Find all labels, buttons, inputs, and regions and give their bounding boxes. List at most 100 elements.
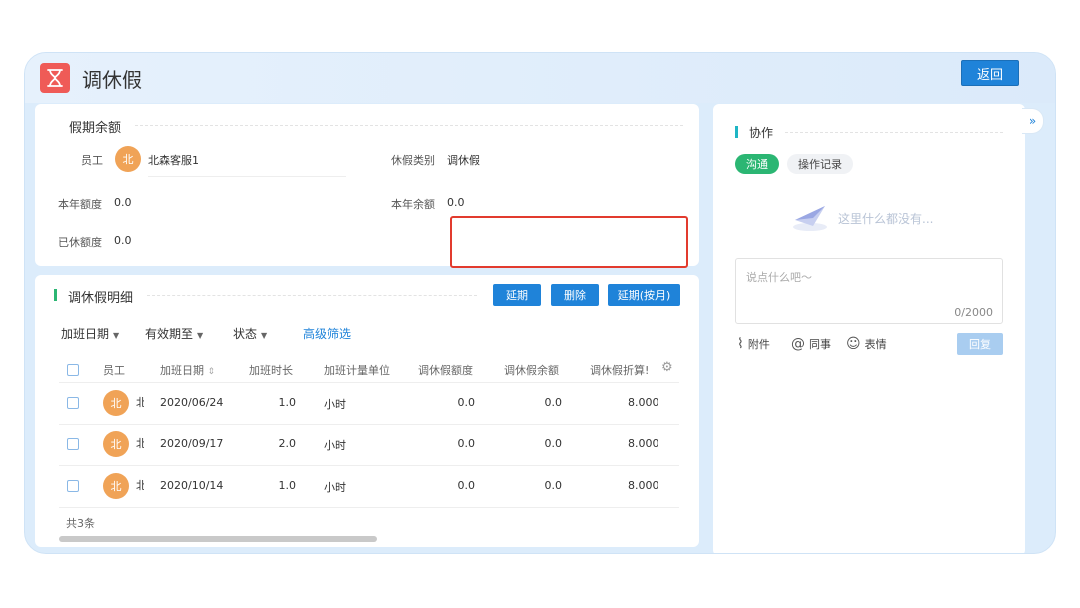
extend-button[interactable]: 延期 <box>493 284 541 306</box>
quota: 0.0 <box>457 396 476 409</box>
section-title-balance: 假期余额 <box>69 121 122 136</box>
remaining: 0.0 <box>544 479 563 492</box>
reply-button[interactable]: 回复 <box>957 333 1003 355</box>
leave-detail-card: 调休假明细 延期 删除 延期(按月) 加班日期 ▼ 有效期至 ▼ 状态 ▼ 高级筛选 … <box>35 275 699 547</box>
section-title-collab: 协作 <box>749 126 774 140</box>
extend-by-month-button[interactable]: 延期(按月) <box>608 284 680 306</box>
employee-name: 北 <box>136 394 144 410</box>
overtime-hours: 2.0 <box>278 437 297 450</box>
overtime-hours: 1.0 <box>278 479 297 492</box>
mention-button[interactable]: @ 同事 <box>791 336 831 352</box>
column-header: 员工 <box>103 364 125 377</box>
year-quota-value: 0.0 <box>114 196 132 209</box>
unit: 小时 <box>324 398 346 411</box>
comment-input[interactable]: 说点什么吧～ 0/2000 <box>735 258 1003 324</box>
quota: 0.0 <box>457 479 476 492</box>
tool-label: 表情 <box>864 338 887 351</box>
filter-overtime-date[interactable]: 加班日期 ▼ <box>61 325 119 342</box>
column-header: 调休假额度 <box>418 364 473 377</box>
filter-status[interactable]: 状态 ▼ <box>233 325 267 342</box>
tool-label: 同事 <box>809 338 831 351</box>
filter-label: 加班日期 <box>61 327 110 341</box>
tool-label: 附件 <box>747 338 770 351</box>
column-header-label: 加班日期 <box>160 364 204 377</box>
tab-operation-log[interactable]: 操作记录 <box>787 154 853 174</box>
employee-name: 北 <box>136 477 144 493</box>
remaining: 0.0 <box>544 396 563 409</box>
row-checkbox[interactable] <box>67 438 79 450</box>
caret-down-icon: ▼ <box>261 331 268 340</box>
row-checkbox[interactable] <box>67 397 79 409</box>
paperclip-icon: ⌇ <box>737 336 744 352</box>
column-header: 加班时长 <box>249 364 293 377</box>
avatar: 北 <box>103 473 129 499</box>
horizontal-scrollbar[interactable] <box>59 536 377 542</box>
tab-chat[interactable]: 沟通 <box>735 154 779 174</box>
converted: 8.000 <box>628 437 658 450</box>
row-checkbox[interactable] <box>67 480 79 492</box>
year-remaining-label: 本年余额 <box>391 198 435 211</box>
collaboration-panel: 协作 沟通 操作记录 这里什么都没有... 说点什么吧～ 0/2000 ⌇ 附件 … <box>713 104 1025 553</box>
used-label: 已休额度 <box>58 236 102 249</box>
divider <box>148 176 346 177</box>
converted: 8.000 <box>628 396 658 409</box>
hourglass-icon <box>40 63 70 93</box>
column-header: 调休假折算! <box>590 364 650 377</box>
divider <box>59 382 679 383</box>
divider <box>785 132 1003 133</box>
collapse-panel-icon[interactable]: » <box>1022 108 1044 134</box>
employee-label: 员工 <box>81 154 103 167</box>
overtime-hours: 1.0 <box>278 396 297 409</box>
app-window: 调休假 返回 假期余额 员工 北 北森客服1 休假类别 调休假 本年额度 0.0… <box>24 52 1056 554</box>
at-icon: @ <box>791 336 805 352</box>
comment-placeholder: 说点什么吧～ <box>746 271 812 284</box>
divider <box>59 424 679 425</box>
remaining: 0.0 <box>544 437 563 450</box>
used-value: 0.0 <box>114 234 132 247</box>
filter-label: 状态 <box>233 327 258 341</box>
unit: 小时 <box>324 439 346 452</box>
year-quota-label: 本年额度 <box>58 198 102 211</box>
highlight-box <box>450 216 688 268</box>
quota: 0.0 <box>457 437 476 450</box>
back-button[interactable]: 返回 <box>961 60 1019 86</box>
caret-down-icon: ▼ <box>113 331 120 340</box>
char-counter: 0/2000 <box>954 306 993 319</box>
advanced-filter-link[interactable]: 高级筛选 <box>303 325 351 342</box>
filter-label: 有效期至 <box>145 327 194 341</box>
divider <box>135 125 683 126</box>
section-accent <box>54 289 57 301</box>
select-all-checkbox[interactable] <box>67 364 79 376</box>
filter-valid-until[interactable]: 有效期至 ▼ <box>145 325 203 342</box>
converted: 8.000 <box>628 479 658 492</box>
avatar: 北 <box>115 146 141 172</box>
divider <box>147 295 477 296</box>
employee-name: 北 <box>136 435 144 451</box>
sort-icon[interactable]: ⇕ <box>208 367 216 377</box>
leave-type-value: 调休假 <box>447 154 480 167</box>
page-title: 调休假 <box>82 68 142 92</box>
empty-message: 这里什么都没有... <box>838 212 934 226</box>
overtime-date: 2020/10/14 <box>160 479 224 492</box>
avatar: 北 <box>103 431 129 457</box>
year-remaining-value: 0.0 <box>447 196 465 209</box>
overtime-date: 2020/06/24 <box>160 396 224 409</box>
caret-down-icon: ▼ <box>197 331 204 340</box>
smiley-icon: ☺ <box>846 336 861 352</box>
divider <box>59 507 679 508</box>
title-bar: 调休假 返回 <box>25 53 1055 103</box>
section-accent <box>735 126 738 138</box>
avatar: 北 <box>103 390 129 416</box>
emoji-button[interactable]: ☺ 表情 <box>846 336 887 352</box>
overtime-date: 2020/09/17 <box>160 437 224 450</box>
settings-gear-icon[interactable]: ⚙ <box>661 360 673 375</box>
employee-name: 北森客服1 <box>148 154 199 167</box>
divider <box>59 465 679 466</box>
paper-plane-icon <box>791 202 829 236</box>
column-header[interactable]: 加班日期 ⇕ <box>160 362 215 378</box>
column-header: 加班计量单位 <box>324 364 390 377</box>
delete-button[interactable]: 删除 <box>551 284 599 306</box>
leave-type-label: 休假类别 <box>391 154 435 167</box>
attach-button[interactable]: ⌇ 附件 <box>737 336 770 352</box>
column-header: 调休假余额 <box>504 364 559 377</box>
